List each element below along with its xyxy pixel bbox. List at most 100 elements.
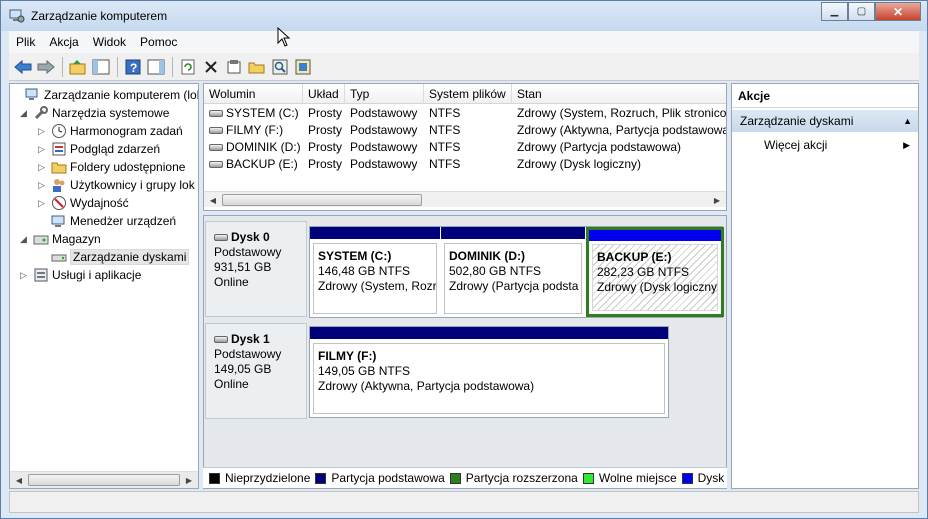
tree-item-storage[interactable]: ◢ Magazyn (20, 230, 101, 248)
minimize-button[interactable]: ▁ (821, 2, 848, 21)
table-row[interactable]: DOMINIK (D:) Prosty Podstawowy NTFS Zdro… (204, 139, 726, 156)
expanded-triangle-icon[interactable]: ◢ (20, 108, 30, 119)
mouse-cursor-icon (277, 27, 291, 47)
column-header-filesystem[interactable]: System plików (424, 84, 512, 104)
table-row[interactable]: SYSTEM (C:) Prosty Podstawowy NTFS Zdrow… (204, 105, 726, 122)
up-folder-icon[interactable] (67, 56, 89, 78)
primary-partition-bar (310, 227, 440, 239)
collapse-up-icon[interactable]: ▲ (903, 110, 912, 132)
volume-list-horizontal-scrollbar[interactable]: ◀ ▶ (204, 191, 726, 207)
volume-type: Podstawowy (350, 123, 418, 137)
more-actions-item[interactable]: Więcej akcji ▶ (732, 134, 918, 156)
tree-item-shared-folders[interactable]: ▷ Foldery udostępnione (38, 158, 185, 176)
column-header-status[interactable]: Stan (512, 84, 726, 104)
tree-item-device-manager[interactable]: Menedżer urządzeń (38, 212, 176, 230)
maximize-button[interactable]: ▢ (848, 2, 875, 21)
close-button[interactable]: ✕ (875, 2, 921, 21)
properties-icon[interactable] (223, 56, 245, 78)
magnifier-icon[interactable] (269, 56, 291, 78)
column-header-layout[interactable]: Układ (303, 84, 345, 104)
computer-management-icon (25, 88, 38, 100)
drive-icon (209, 127, 223, 135)
partition-status: Zdrowy (System, Rozr (318, 279, 437, 293)
menu-pomoc[interactable]: Pomoc (133, 35, 184, 49)
expand-triangle-icon[interactable]: ▷ (38, 180, 48, 191)
scroll-left-arrow-icon[interactable]: ◀ (12, 474, 26, 487)
back-arrow-icon[interactable] (12, 56, 34, 78)
expanded-triangle-icon[interactable]: ◢ (20, 234, 30, 245)
disk-size: 931,51 GB (214, 260, 272, 274)
tree-horizontal-scrollbar[interactable]: ◀ ▶ (10, 471, 198, 488)
actions-section-disk-management[interactable]: Zarządzanie dyskami ▲ (732, 110, 918, 132)
partition-name: FILMY (F:) (318, 349, 377, 363)
volume-status: Zdrowy (Dysk logiczny) (517, 157, 642, 171)
column-header-volume[interactable]: Wolumin (204, 84, 303, 104)
column-header-type[interactable]: Typ (345, 84, 424, 104)
tree-item-task-scheduler[interactable]: ▷ Harmonogram zadań (38, 122, 183, 140)
scroll-right-arrow-icon[interactable]: ▶ (710, 194, 724, 207)
show-hide-action-pane-icon[interactable] (145, 56, 167, 78)
refresh-icon[interactable] (177, 56, 199, 78)
window-title: Zarządzanie komputerem (31, 9, 168, 23)
scrollbar-thumb[interactable] (28, 474, 180, 486)
tree-item-event-viewer[interactable]: ▷ Podgląd zdarzeń (38, 140, 160, 158)
disk-1-label[interactable]: Dysk 1 Podstawowy 149,05 GB Online (205, 323, 307, 419)
tree-item-local-users[interactable]: ▷ Użytkownicy i grupy lok (38, 176, 195, 194)
open-folder-icon[interactable] (246, 56, 268, 78)
expand-triangle-icon[interactable]: ▷ (38, 126, 48, 137)
volume-name: SYSTEM (C:) (226, 106, 299, 120)
table-row[interactable]: BACKUP (E:) Prosty Podstawowy NTFS Zdrow… (204, 156, 726, 173)
menu-akcja[interactable]: Akcja (42, 35, 85, 49)
scrollbar-thumb[interactable] (222, 194, 422, 206)
performance-icon (52, 196, 66, 210)
tree-item-disk-management[interactable]: Zarządzanie dyskami (38, 248, 190, 266)
forward-arrow-icon[interactable] (35, 56, 57, 78)
disk-icon (214, 234, 228, 241)
volume-filesystem: NTFS (429, 140, 461, 154)
toolbar-separator (172, 56, 173, 77)
partition-system-c[interactable]: SYSTEM (C:) 146,48 GB NTFS Zdrowy (Syste… (310, 227, 440, 317)
disk-status: Online (214, 377, 249, 391)
volume-type: Podstawowy (350, 157, 418, 171)
legend-unallocated: Nieprzydzielone (209, 471, 310, 485)
partition-backup-e[interactable]: BACKUP (E:) 282,23 GB NTFS Zdrowy (Dysk … (586, 227, 724, 317)
expand-triangle-icon[interactable]: ▷ (20, 270, 30, 281)
tree-item-services-apps[interactable]: ▷ Usługi i aplikacje (20, 266, 141, 284)
expand-triangle-icon[interactable]: ▷ (38, 198, 48, 209)
partition-filmy-f[interactable]: FILMY (F:) 149,05 GB NTFS Zdrowy (Aktywn… (310, 327, 668, 417)
expand-triangle-icon[interactable]: ▷ (38, 162, 48, 173)
volume-filesystem: NTFS (429, 157, 461, 171)
event-viewer-icon (52, 142, 66, 156)
menu-plik[interactable]: Plik (9, 35, 42, 49)
table-row[interactable]: FILMY (F:) Prosty Podstawowy NTFS Zdrowy… (204, 122, 726, 139)
logical-drive-bar (589, 230, 721, 241)
scroll-left-arrow-icon[interactable]: ◀ (206, 194, 220, 207)
volume-name: DOMINIK (D:) (226, 140, 301, 154)
partition-dominik-d[interactable]: DOMINIK (D:) 502,80 GB NTFS Zdrowy (Part… (441, 227, 585, 317)
delete-icon[interactable] (200, 56, 222, 78)
expand-triangle-icon[interactable]: ▷ (38, 144, 48, 155)
app-window: Zarządzanie komputerem ▁ ▢ ✕ Plik Akcja … (0, 0, 928, 519)
disk-0-label[interactable]: Dysk 0 Podstawowy 931,51 GB Online (205, 221, 307, 317)
svg-text:?: ? (130, 61, 137, 75)
partition-name: SYSTEM (C:) (318, 249, 392, 263)
legend-swatch (582, 472, 594, 484)
volume-list: Wolumin Układ Typ System plików Stan SYS… (203, 83, 727, 211)
help-icon[interactable]: ? (122, 56, 144, 78)
scroll-right-arrow-icon[interactable]: ▶ (182, 474, 196, 487)
tree-item-computer-management[interactable]: Zarządzanie komputerem (loka (12, 86, 198, 104)
menu-widok[interactable]: Widok (86, 35, 133, 49)
submenu-arrow-icon: ▶ (903, 140, 910, 150)
partition-status: Zdrowy (Partycja podsta (449, 279, 579, 293)
disk-properties-icon[interactable] (292, 56, 314, 78)
volume-filesystem: NTFS (429, 106, 461, 120)
disk-size: 149,05 GB (214, 362, 272, 376)
disk-management-icon (51, 254, 67, 262)
primary-partition-bar (310, 327, 668, 339)
partition-status: Zdrowy (Aktywna, Partycja podstawowa) (318, 379, 535, 393)
tree-item-system-tools[interactable]: ◢ Narzędzia systemowe (20, 104, 169, 122)
volume-layout: Prosty (308, 157, 343, 171)
tree-item-performance[interactable]: ▷ Wydajność (38, 194, 129, 212)
disk-status: Online (214, 275, 249, 289)
show-hide-console-tree-icon[interactable] (90, 56, 112, 78)
